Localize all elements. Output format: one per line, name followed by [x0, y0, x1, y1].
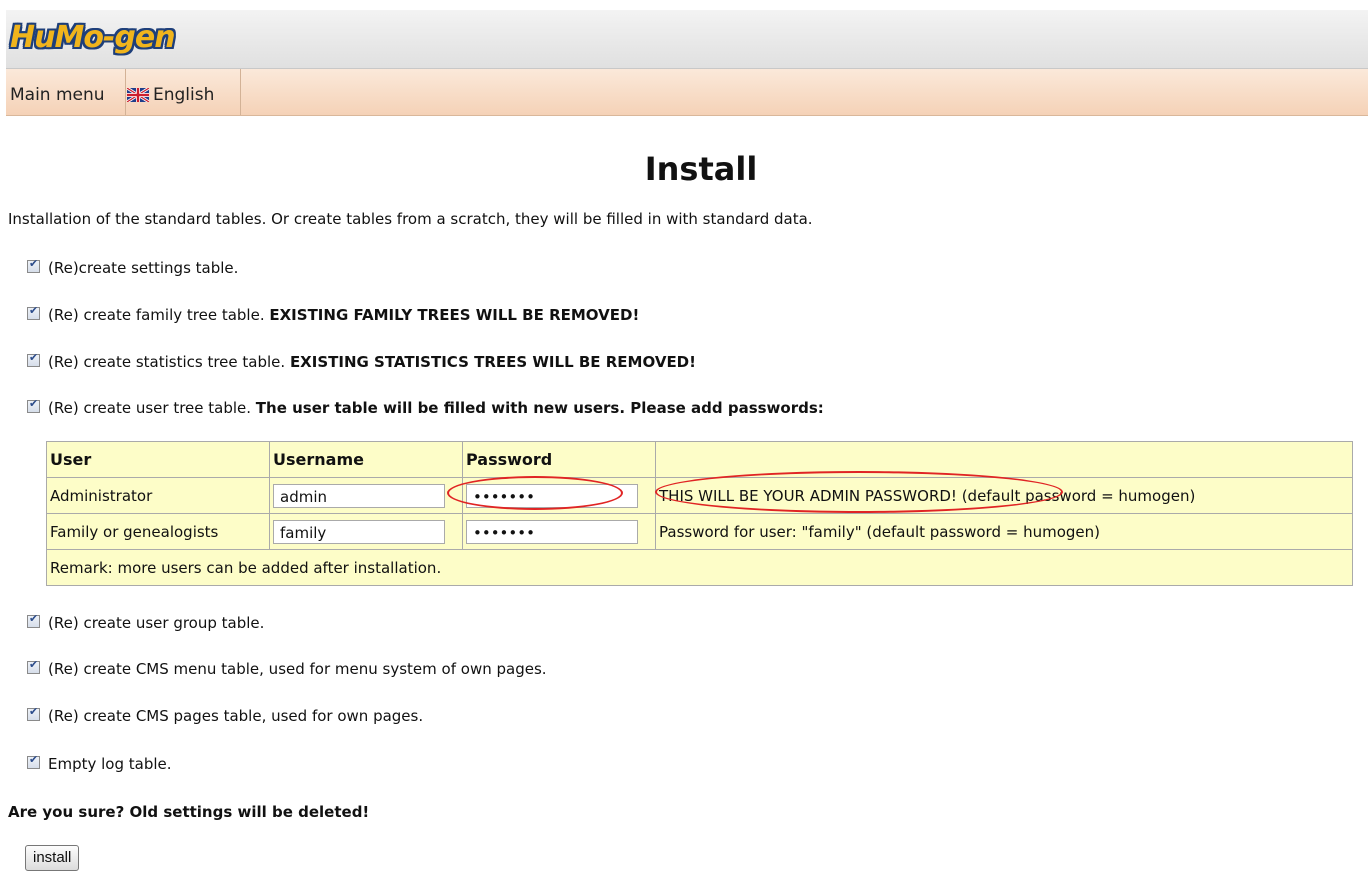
checkbox[interactable] — [27, 612, 40, 628]
username-input-admin[interactable]: admin — [273, 483, 445, 508]
language-selector[interactable]: English — [123, 69, 241, 115]
header-bar: HuMo-gen — [6, 10, 1368, 69]
option-empty-log-table[interactable]: Empty log table. — [27, 753, 172, 773]
header-password: Password — [462, 441, 656, 478]
table-row: Family or genealogists family ••••••• Pa… — [46, 513, 1353, 550]
top-menu-bar: Main menu English — [6, 69, 1368, 116]
checkbox[interactable] — [27, 257, 40, 273]
language-label: English — [153, 85, 215, 105]
checkbox[interactable] — [27, 304, 40, 320]
checkbox[interactable] — [27, 658, 40, 674]
header-username: Username — [269, 441, 463, 478]
red-highlight-ellipse — [655, 471, 1063, 513]
page-title: Install — [644, 150, 758, 188]
red-highlight-ellipse — [447, 476, 623, 510]
checkbox[interactable] — [27, 705, 40, 721]
header-note — [655, 441, 1353, 478]
confirm-warning: Are you sure? Old settings will be delet… — [8, 803, 370, 821]
remark-cell: Remark: more users can be added after in… — [46, 549, 1353, 586]
install-button[interactable]: install — [25, 845, 80, 871]
option-cms-menu-table[interactable]: (Re) create CMS menu table, used for men… — [27, 658, 547, 678]
password-input-family[interactable]: ••••••• — [466, 519, 638, 544]
user-cell: Family or genealogists — [46, 513, 270, 550]
option-family-tree-table[interactable]: (Re) create family tree table. EXISTING … — [27, 304, 639, 324]
checkbox[interactable] — [27, 351, 40, 367]
header-user: User — [46, 441, 270, 478]
option-statistics-tree-table[interactable]: (Re) create statistics tree table. EXIST… — [27, 351, 696, 371]
password-cell: ••••••• — [462, 513, 656, 550]
checkbox[interactable] — [27, 397, 40, 413]
option-settings-table[interactable]: (Re)create settings table. — [27, 257, 238, 277]
user-cell: Administrator — [46, 477, 270, 514]
checkbox[interactable] — [27, 753, 40, 769]
username-cell: family — [269, 513, 463, 550]
intro-text: Installation of the standard tables. Or … — [8, 210, 813, 228]
user-table: User Username Password Administrator adm… — [46, 441, 1353, 586]
table-header-row: User Username Password — [46, 441, 1353, 478]
username-input-family[interactable]: family — [273, 519, 445, 544]
table-row: Remark: more users can be added after in… — [46, 549, 1353, 586]
option-cms-pages-table[interactable]: (Re) create CMS pages table, used for ow… — [27, 705, 423, 725]
option-user-tree-table[interactable]: (Re) create user tree table. The user ta… — [27, 397, 824, 417]
option-user-group-table[interactable]: (Re) create user group table. — [27, 612, 264, 632]
note-cell: Password for user: "family" (default pas… — [655, 513, 1353, 550]
main-menu-link[interactable]: Main menu — [6, 69, 126, 115]
username-cell: admin — [269, 477, 463, 514]
uk-flag-icon — [127, 88, 149, 102]
humo-gen-logo[interactable]: HuMo-gen — [10, 20, 176, 55]
